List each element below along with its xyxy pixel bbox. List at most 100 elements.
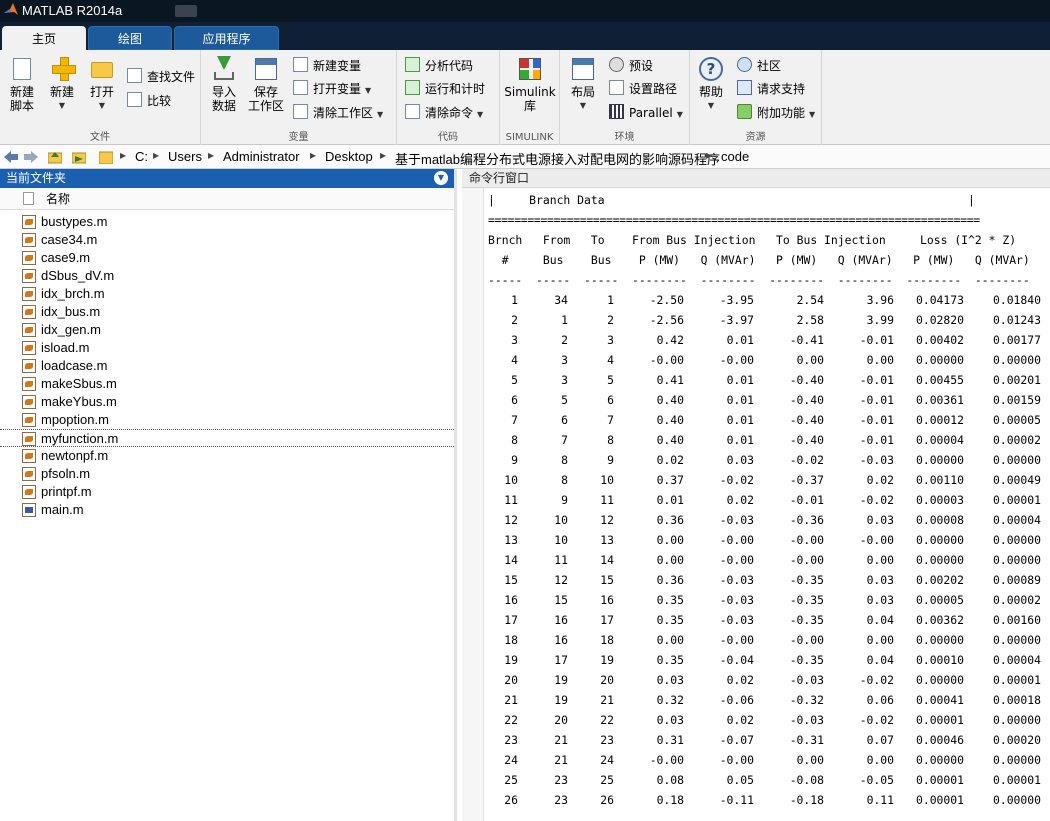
parallel-button[interactable]: Parallel ▼	[609, 103, 683, 123]
branch-cell-qloss: 0.00001	[992, 493, 1041, 507]
breadcrumb-users[interactable]: Users	[168, 149, 202, 164]
simulink-library-button[interactable]: Simulink 库	[504, 56, 556, 113]
compare-button[interactable]: 比较	[127, 91, 171, 111]
branch-cell-from: 3	[561, 353, 568, 367]
branch-cell-pf: 0.03	[656, 713, 684, 727]
file-list-item[interactable]: idx_bus.m	[0, 303, 454, 321]
file-list-item[interactable]: bustypes.m	[0, 213, 454, 231]
preferences-button[interactable]: 预设	[609, 56, 653, 76]
new-variable-button[interactable]: 新建变量	[293, 56, 361, 76]
branch-cell-pf: 0.35	[656, 593, 684, 607]
file-list-item[interactable]: main.m	[0, 501, 454, 519]
file-list-item[interactable]: case34.m	[0, 231, 454, 249]
compare-icon	[127, 92, 143, 108]
open-variable-button[interactable]: 打开变量 ▼	[293, 79, 371, 99]
function-file-icon	[22, 359, 36, 373]
branch-cell-qloss: 0.00000	[992, 713, 1041, 727]
title-bar: MATLAB R2014a	[0, 0, 1050, 22]
new-script-button[interactable]: 新建 脚本	[4, 56, 40, 113]
breadcrumb-administrator[interactable]: Administrator	[223, 149, 300, 164]
branch-data-row: 22 20 22 0.03 0.02 -0.03 -0.02 0.00001 0.00000	[488, 710, 1048, 730]
up-folder-icon[interactable]	[48, 150, 62, 164]
branch-cell-to: 10	[600, 473, 614, 487]
breadcrumb-desktop[interactable]: Desktop	[325, 149, 373, 164]
file-list-item[interactable]: printpf.m	[0, 483, 454, 501]
file-list-item[interactable]: newtonpf.m	[0, 447, 454, 465]
branch-cell-qf: -0.07	[719, 733, 754, 747]
clear-workspace-button[interactable]: 清除工作区 ▼	[293, 103, 383, 123]
browse-folder-icon[interactable]	[72, 150, 86, 164]
branch-cell-pt: -0.00	[789, 553, 824, 567]
tab-home[interactable]: 主页	[2, 26, 86, 50]
branch-cell-to: 18	[600, 633, 614, 647]
branch-cell-qloss: 0.00000	[992, 553, 1041, 567]
layout-button[interactable]: 布局 ▼	[566, 56, 600, 113]
branch-cell-qt: 3.99	[866, 313, 894, 327]
branch-cell-to: 6	[607, 393, 614, 407]
add-ons-button[interactable]: 附加功能 ▼	[737, 103, 815, 123]
branch-cell-pf: 0.36	[656, 573, 684, 587]
name-column-header[interactable]: 名称	[0, 188, 454, 210]
import-data-button[interactable]: 导入 数据	[206, 56, 242, 113]
resources-group: ? 帮助 ▼ 社区 请求支持 附加功能 ▼ 资源	[690, 50, 822, 145]
branch-cell-from: 16	[554, 633, 568, 647]
request-support-button[interactable]: 请求支持	[737, 79, 805, 99]
tab-plots[interactable]: 绘图	[88, 26, 172, 50]
branch-cell-qloss: 0.00020	[992, 733, 1041, 747]
branch-cell-pf: -0.00	[649, 353, 684, 367]
branch-cell-brnch: 2	[511, 313, 518, 327]
file-list-item[interactable]: makeYbus.m	[0, 393, 454, 411]
file-list-item[interactable]: myfunction.m	[0, 429, 454, 447]
people-icon	[737, 57, 753, 73]
find-files-button[interactable]: 查找文件	[127, 67, 195, 87]
command-window-output[interactable]: | Branch Data | ========================…	[486, 188, 1050, 821]
branch-cell-from: 23	[554, 793, 568, 807]
clear-commands-button[interactable]: 清除命令 ▼	[405, 103, 483, 123]
open-button[interactable]: 打开 ▼	[84, 56, 120, 113]
branch-cell-brnch: 10	[504, 473, 518, 487]
file-list-item[interactable]: idx_gen.m	[0, 321, 454, 339]
file-list-item[interactable]: dSbus_dV.m	[0, 267, 454, 285]
file-list-item[interactable]: loadcase.m	[0, 357, 454, 375]
forward-arrow-icon[interactable]	[24, 150, 38, 164]
branch-cell-from: 8	[561, 473, 568, 487]
run-and-time-button[interactable]: 运行和计时	[405, 79, 485, 99]
branch-cell-qt: 0.06	[866, 693, 894, 707]
back-arrow-icon[interactable]	[4, 150, 18, 164]
file-list-item[interactable]: idx_brch.m	[0, 285, 454, 303]
function-file-icon	[22, 395, 36, 409]
chevron-down-icon: ▼	[809, 110, 816, 119]
branch-data-row: 5 3 5 0.41 0.01 -0.40 -0.01 0.00455 0.00201	[488, 370, 1048, 390]
branch-cell-to: 1	[607, 293, 614, 307]
branch-cell-pt: -0.18	[789, 793, 824, 807]
tab-apps[interactable]: 应用程序	[174, 26, 279, 50]
analyze-code-button[interactable]: 分析代码	[405, 56, 473, 76]
panel-menu-chevron-icon[interactable]: ▼	[434, 171, 448, 185]
branch-cell-pt: -0.31	[789, 733, 824, 747]
community-button[interactable]: 社区	[737, 56, 781, 76]
help-button[interactable]: ? 帮助 ▼	[696, 56, 726, 113]
file-name: isload.m	[41, 340, 90, 355]
breadcrumb-code[interactable]: code	[721, 149, 749, 164]
file-list-item[interactable]: pfsoln.m	[0, 465, 454, 483]
branch-cell-to: 22	[600, 713, 614, 727]
branch-cell-to: 17	[600, 613, 614, 627]
branch-cell-qf: -3.95	[719, 293, 754, 307]
file-list-item[interactable]: case9.m	[0, 249, 454, 267]
file-list-item[interactable]: makeSbus.m	[0, 375, 454, 393]
set-path-button[interactable]: 设置路径	[609, 79, 677, 99]
file-list-item[interactable]: mpoption.m	[0, 411, 454, 429]
branch-data-row: 20 19 20 0.03 0.02 -0.03 -0.02 0.00000 0.00001	[488, 670, 1048, 690]
branch-cell-pf: 0.42	[656, 333, 684, 347]
branch-cell-pt: -0.03	[789, 673, 824, 687]
breadcrumb-c-drive[interactable]: C:	[135, 149, 148, 164]
branch-cell-brnch: 9	[511, 453, 518, 467]
branch-cell-from: 34	[554, 293, 568, 307]
new-button[interactable]: 新建 ▼	[44, 56, 80, 113]
breadcrumb-project-folder[interactable]: 基于matlab编程分布式电源接入对配电网的影响源码程序	[395, 149, 720, 168]
file-list-item[interactable]: isload.m	[0, 339, 454, 357]
branch-cell-to: 21	[600, 693, 614, 707]
save-workspace-button[interactable]: 保存 工作区	[246, 56, 286, 113]
branch-data-row: 14 11 14 0.00 -0.00 -0.00 0.00 0.00000 0.00000	[488, 550, 1048, 570]
branch-cell-qt: 0.00	[866, 633, 894, 647]
